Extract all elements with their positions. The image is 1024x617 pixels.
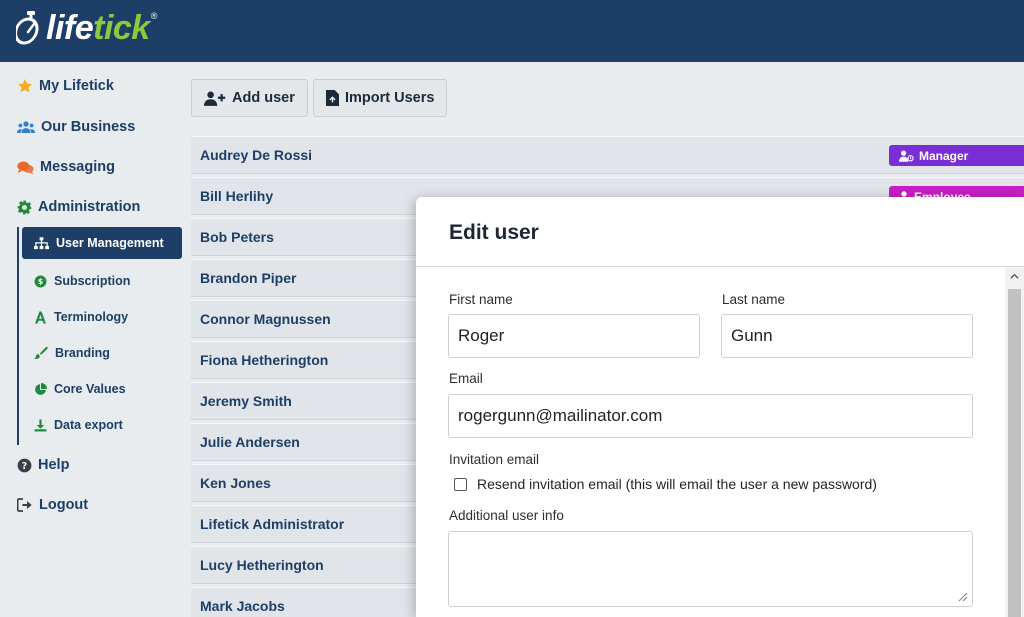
svg-text:$: $ xyxy=(38,277,43,286)
additional-info-textarea[interactable] xyxy=(448,531,973,607)
sidebar-item-messaging[interactable]: Messaging xyxy=(17,159,115,175)
sidebar-subitem-core-values[interactable]: Core Values xyxy=(22,373,182,405)
last-name-input[interactable] xyxy=(721,314,973,358)
sidebar-item-label: Messaging xyxy=(40,159,115,175)
user-name: Bob Peters xyxy=(200,229,274,245)
sidebar-subitem-subscription[interactable]: $ Subscription xyxy=(22,265,182,297)
modal-title: Edit user xyxy=(449,221,539,244)
users-icon xyxy=(17,121,35,133)
sidebar-subitem-label: Core Values xyxy=(54,382,126,396)
sitemap-icon xyxy=(34,236,49,249)
sidebar-subitem-user-management[interactable]: User Management xyxy=(22,227,182,259)
user-name: Lifetick Administrator xyxy=(200,516,345,532)
invitation-email-label: Invitation email xyxy=(449,452,540,467)
lifetick-logo[interactable]: lifetick ® xyxy=(16,6,158,50)
user-name: Ken Jones xyxy=(200,475,271,491)
user-name: Bill Herlihy xyxy=(200,188,274,204)
brand-right: tick xyxy=(93,8,150,47)
sidebar-item-label: Administration xyxy=(38,199,141,215)
sidebar-item-label: Logout xyxy=(39,497,89,513)
sidebar-subitem-label: Branding xyxy=(55,346,110,360)
user-name: Julie Andersen xyxy=(200,434,300,450)
stopwatch-icon xyxy=(16,11,39,45)
sidebar-item-logout[interactable]: Logout xyxy=(17,497,88,513)
sidebar-item-administration[interactable]: Administration xyxy=(17,199,140,215)
role-badge-manager: Manager xyxy=(889,145,1024,166)
star-icon xyxy=(18,79,32,93)
sidebar-item-my-lifetick[interactable]: My Lifetick xyxy=(17,78,114,94)
last-name-label: Last name xyxy=(722,292,786,307)
user-name: Lucy Hetherington xyxy=(200,557,324,573)
import-users-button[interactable]: Import Users xyxy=(313,79,448,117)
subnav-indicator-line xyxy=(17,227,19,445)
user-name: Fiona Hetherington xyxy=(200,352,329,368)
sidebar-item-label: Help xyxy=(38,457,70,473)
sidebar-item-label: My Lifetick xyxy=(39,78,114,94)
brand-left: life xyxy=(46,8,94,47)
registered-mark: ® xyxy=(150,11,158,21)
user-name: Mark Jacobs xyxy=(200,598,285,614)
scrollbar-thumb[interactable] xyxy=(1008,289,1021,617)
question-circle-icon: ? xyxy=(17,458,32,472)
pie-chart-icon xyxy=(35,382,47,395)
add-user-label: Add user xyxy=(232,90,295,106)
gear-icon xyxy=(17,200,32,214)
import-users-label: Import Users xyxy=(345,90,435,106)
sidebar-subitem-branding[interactable]: Branding xyxy=(22,337,182,369)
download-icon xyxy=(34,419,47,431)
sidebar-subitem-label: Terminology xyxy=(54,310,129,324)
sidebar-subitem-label: User Management xyxy=(56,236,164,250)
sidebar-subitem-label: Subscription xyxy=(54,274,131,288)
scroll-up-arrow[interactable] xyxy=(1005,269,1024,283)
sidebar-item-help[interactable]: ? Help xyxy=(17,457,69,473)
resend-invitation-label[interactable]: Resend invitation email (this will email… xyxy=(477,476,877,492)
add-user-button[interactable]: Add user xyxy=(191,79,308,117)
badge-label: Manager xyxy=(919,148,969,163)
modal-divider xyxy=(416,266,1024,267)
user-plus-icon xyxy=(204,91,226,106)
sidebar-item-label: Our Business xyxy=(41,119,136,135)
svg-text:?: ? xyxy=(22,460,27,471)
letter-a-icon xyxy=(35,311,46,323)
sign-out-icon xyxy=(17,498,32,512)
user-name: Jeremy Smith xyxy=(200,393,292,409)
edit-user-modal: Edit user First name Last name Email Inv… xyxy=(416,197,1024,617)
comments-icon xyxy=(17,160,34,174)
modal-scrollbar[interactable] xyxy=(1005,267,1024,617)
file-upload-icon xyxy=(326,90,339,106)
sidebar-subitem-data-export[interactable]: Data export xyxy=(22,409,182,441)
user-name: Connor Magnussen xyxy=(200,311,331,327)
first-name-label: First name xyxy=(449,292,513,307)
chevron-up-icon xyxy=(1010,273,1019,279)
sidebar-subitem-terminology[interactable]: Terminology xyxy=(22,301,182,333)
email-input[interactable] xyxy=(448,394,973,438)
resend-invitation-checkbox[interactable] xyxy=(454,478,467,491)
app-header: lifetick ® xyxy=(0,0,1024,62)
resize-grip-icon[interactable] xyxy=(956,590,968,602)
dollar-circle-icon: $ xyxy=(34,275,47,287)
paint-brush-icon xyxy=(34,346,48,360)
email-label: Email xyxy=(449,371,483,386)
sidebar-subitem-label: Data export xyxy=(54,418,123,432)
sidebar-item-our-business[interactable]: Our Business xyxy=(17,119,135,135)
user-name: Brandon Piper xyxy=(200,270,297,286)
first-name-input[interactable] xyxy=(448,314,700,358)
sidebar: My Lifetick Our Business Messaging Admin… xyxy=(0,62,186,617)
user-name: Audrey De Rossi xyxy=(200,147,313,163)
user-tie-icon xyxy=(899,150,914,162)
additional-info-label: Additional user info xyxy=(449,508,564,523)
